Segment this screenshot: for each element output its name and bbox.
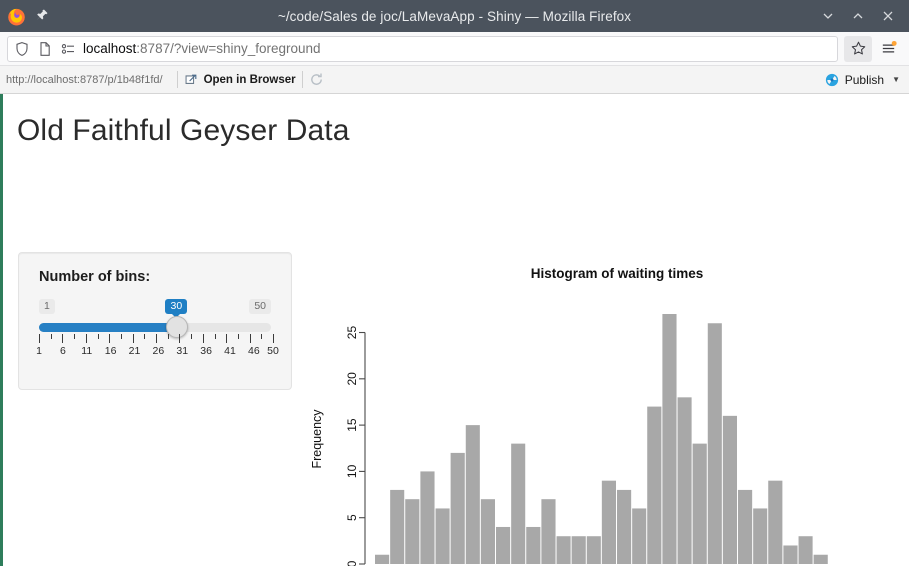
slider-min-label: 1 [39,299,55,314]
slider-tick-label: 21 [129,345,141,357]
histogram-bar [390,490,404,564]
slider-tick-label: 31 [176,345,188,357]
url-bar-actions [844,36,902,62]
histogram-bar [481,499,495,564]
y-axis-tick-label: 20 [345,372,359,386]
histogram-bar [511,444,525,564]
chevron-down-icon[interactable] [813,1,843,31]
histogram-bar [632,508,646,564]
slider-tick-label: 6 [60,345,66,357]
histogram-svg: Histogram of waiting times05101520255060… [303,252,903,566]
slider-tick-labels: 16111621263136414650 [39,345,271,359]
open-in-browser-button[interactable]: Open in Browser [184,72,296,87]
open-in-browser-label: Open in Browser [204,74,296,86]
histogram-bar [814,555,828,564]
slider-track-fill [39,323,177,332]
histogram-bar [405,499,419,564]
histogram-bar [541,499,555,564]
histogram-bar [662,314,676,564]
window-title: ~/code/Sales de joc/LaMevaApp - Shiny — … [0,9,909,24]
close-x-icon[interactable] [873,1,903,31]
chart-title: Histogram of waiting times [531,266,704,281]
y-axis-tick-label: 5 [345,514,359,521]
bins-label: Number of bins: [39,269,271,285]
histogram-bar [768,481,782,564]
histogram-bar [708,323,722,564]
histogram-bar [572,536,586,564]
slider-tick-label: 1 [36,345,42,357]
hamburger-menu-icon[interactable] [874,36,902,62]
histogram-bar [753,508,767,564]
viewer-toolbar: http://localhost:8787/p/1b48f1fd/ Open i… [0,66,909,94]
slider-tick-label: 26 [153,345,165,357]
bins-slider[interactable]: 1 30 50 16111621263136414650 [39,299,271,369]
slider-track[interactable] [39,323,271,332]
caret-down-icon[interactable]: ▼ [892,75,900,84]
chevron-up-icon[interactable] [843,1,873,31]
slider-tick-label: 16 [105,345,117,357]
histogram-bar [451,453,465,564]
slider-tick-label: 36 [200,345,212,357]
document-icon[interactable] [37,41,53,57]
refresh-icon[interactable] [309,72,324,87]
histogram-bar [557,536,571,564]
address-text: localhost:8787/?view=shiny_foreground [83,41,321,56]
address-path: :8787/?view=shiny_foreground [136,41,320,56]
histogram-bar [678,397,692,564]
y-axis-tick-label: 25 [345,326,359,340]
y-axis-tick-label: 0 [345,560,359,566]
histogram-bar [783,545,797,564]
sidebar-panel: Number of bins: 1 30 50 1611162126313641… [18,252,292,390]
window-controls [813,1,909,31]
slider-value-label: 30 [165,299,187,314]
y-axis-tick-label: 10 [345,464,359,478]
address-input[interactable]: localhost:8787/?view=shiny_foreground [7,36,838,62]
slider-tick-label: 11 [81,345,92,357]
slider-tick-label: 50 [267,345,279,357]
histogram-bar [647,407,661,564]
page-title: Old Faithful Geyser Data [3,94,909,148]
histogram-bar [693,444,707,564]
shiny-app-page: Old Faithful Geyser Data Number of bins:… [0,94,909,566]
firefox-logo-icon [7,7,26,26]
histogram-bar [723,416,737,564]
slider-tick-label: 41 [224,345,236,357]
reader-view-icon[interactable] [60,41,76,57]
histogram-bar [617,490,631,564]
histogram-bar [375,555,389,564]
open-external-icon [184,72,199,87]
histogram-bar [466,425,480,564]
histogram-plot: Histogram of waiting times05101520255060… [303,252,903,566]
pin-icon[interactable] [34,8,50,24]
histogram-bar [496,527,510,564]
histogram-bar [602,481,616,564]
y-axis-tick-label: 15 [345,418,359,432]
histogram-bar [738,490,752,564]
slider-tick-label: 46 [248,345,260,357]
y-axis-label: Frequency [310,409,324,469]
toolbar-divider [177,71,178,88]
publish-group[interactable]: Publish ▼ [825,72,903,87]
histogram-bar [526,527,540,564]
slider-ticks [39,334,271,343]
star-icon[interactable] [844,36,872,62]
window-title-bar: ~/code/Sales de joc/LaMevaApp - Shiny — … [0,0,909,32]
histogram-bar [436,508,450,564]
histogram-bar [420,471,434,564]
address-host: localhost [83,41,136,56]
histogram-bar [587,536,601,564]
titlebar-left-icons [0,7,50,26]
shield-icon[interactable] [14,41,30,57]
browser-url-bar: localhost:8787/?view=shiny_foreground [0,32,909,66]
slider-max-label: 50 [249,299,271,314]
publish-label: Publish [845,73,884,87]
viewer-address-label: http://localhost:8787/p/1b48f1fd/ [6,74,171,86]
toolbar-divider-2 [302,71,303,88]
histogram-bar [799,536,813,564]
publish-icon [825,72,840,87]
